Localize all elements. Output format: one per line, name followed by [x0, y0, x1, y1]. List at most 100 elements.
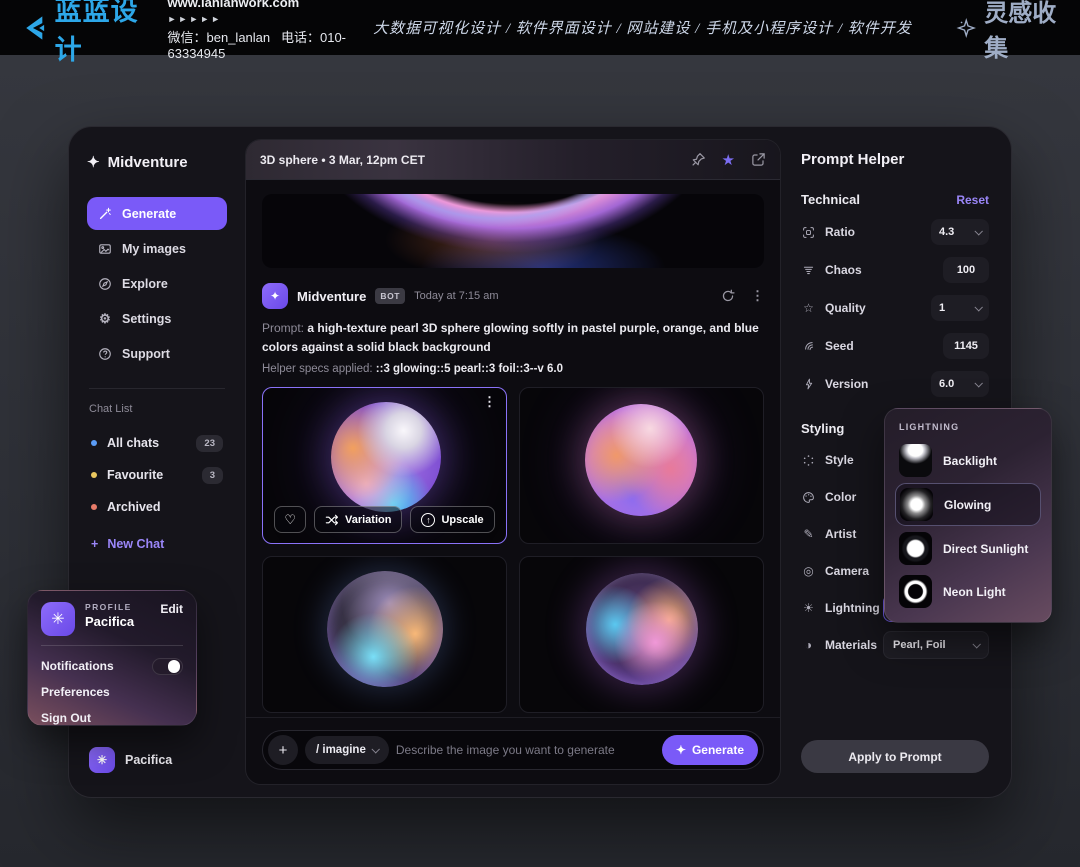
apply-to-prompt-button[interactable]: Apply to Prompt	[801, 740, 989, 773]
chevron-down-icon	[371, 745, 379, 753]
palette-icon	[801, 491, 816, 504]
helper-specs: Helper specs applied: ::3 glowing::5 pea…	[246, 363, 780, 375]
blue-dot-icon	[91, 440, 97, 446]
regenerate-icon[interactable]	[721, 289, 735, 303]
generate-button[interactable]: ✦ Generate	[662, 735, 758, 765]
prompt-value: a high-texture pearl 3D sphere glowing s…	[262, 321, 759, 354]
ratio-dropdown[interactable]: 4.3	[931, 219, 989, 245]
yellow-dot-icon	[91, 472, 97, 478]
collect-link[interactable]: 灵感收集	[956, 0, 1060, 63]
sparkle-logo-icon: ✦	[87, 153, 100, 171]
nav-item-explore[interactable]: Explore	[87, 267, 227, 300]
main-nav: Generate My images Explore ⚙ Setting	[87, 197, 227, 370]
image-icon	[97, 242, 113, 256]
lightning-option-glowing[interactable]: Glowing	[895, 483, 1041, 526]
materials-select[interactable]: Pearl, Foil	[883, 631, 989, 659]
style-dots-icon	[801, 454, 816, 467]
bot-avatar: ✦	[262, 283, 288, 309]
app-name: Midventure	[108, 154, 188, 171]
nav-item-settings[interactable]: ⚙ Settings	[87, 302, 227, 335]
nav-item-generate[interactable]: Generate	[87, 197, 227, 230]
tile-menu-icon[interactable]: ⋮	[483, 394, 496, 410]
divider	[41, 645, 183, 646]
favorite-star-icon[interactable]: ★	[722, 151, 735, 169]
edit-profile-button[interactable]: Edit	[160, 602, 183, 616]
share-icon[interactable]	[751, 152, 766, 167]
pin-icon[interactable]	[691, 152, 706, 167]
app-window: ✦ Midventure Generate My images	[68, 126, 1012, 798]
upscale-button[interactable]: ↑ Upscale	[410, 506, 494, 533]
toggle-knob	[168, 660, 181, 673]
arrow-up-icon: ↑	[421, 513, 435, 527]
backlight-thumbnail	[899, 444, 932, 477]
camera-lens-icon: ◎	[801, 564, 816, 578]
variation-button[interactable]: Variation	[314, 506, 402, 533]
image-tile-1[interactable]: ⋮ ♡ Variation ↑ Upscale	[262, 387, 507, 544]
app-logo: ✦ Midventure	[87, 153, 227, 171]
gear-icon: ⚙	[97, 311, 113, 327]
panel-title: Prompt Helper	[801, 151, 989, 168]
nav-item-my-images[interactable]: My images	[87, 232, 227, 265]
attach-button[interactable]: +	[268, 735, 298, 765]
seed-icon	[801, 340, 816, 353]
chaos-input[interactable]: 100	[943, 257, 989, 283]
chevron-down-icon	[974, 379, 982, 387]
chaos-row: Chaos 100	[801, 257, 989, 283]
materials-row: ◑ Materials Pearl, Foil	[801, 632, 989, 658]
lightning-option-backlight[interactable]: Backlight	[895, 440, 1041, 481]
sphere-image	[585, 404, 697, 516]
like-button[interactable]: ♡	[274, 506, 306, 533]
lightning-bolt-icon	[801, 378, 816, 390]
chat-filter-all[interactable]: All chats 23	[87, 427, 227, 459]
prompt-input[interactable]	[396, 743, 655, 757]
avatar: ✳	[89, 747, 115, 773]
version-row: Version 6.0	[801, 371, 989, 397]
brand-name: 蓝蓝设计	[55, 0, 144, 67]
bot-name: Midventure	[297, 289, 366, 304]
quality-dropdown[interactable]: 1	[931, 295, 989, 321]
question-circle-icon	[97, 347, 113, 361]
chat-filter-archived[interactable]: Archived	[87, 491, 227, 523]
image-tile-2[interactable]	[519, 387, 764, 544]
image-tile-3[interactable]	[262, 556, 507, 713]
chat-topbar: 3D sphere • 3 Mar, 12pm CET ★	[246, 140, 780, 180]
version-dropdown[interactable]: 6.0	[931, 371, 989, 397]
signout-item[interactable]: Sign Out	[41, 707, 183, 729]
sphere-image	[586, 573, 698, 685]
quality-row: ☆ Quality 1	[801, 295, 989, 321]
image-tile-4[interactable]	[519, 556, 764, 713]
profile-label: PROFILE	[85, 602, 134, 612]
lightning-option-neon-light[interactable]: Neon Light	[895, 571, 1041, 612]
materials-icon: ◑	[801, 638, 816, 652]
generated-image-preview[interactable]	[262, 194, 764, 268]
notifications-toggle[interactable]	[152, 658, 183, 675]
sidebar-user[interactable]: ✳ Pacifica	[89, 747, 172, 773]
chat-filter-favourite[interactable]: Favourite 3	[87, 459, 227, 491]
ratio-row: Ratio 4.3	[801, 219, 989, 245]
lightning-option-direct-sunlight[interactable]: Direct Sunlight	[895, 528, 1041, 569]
lightning-popup: LIGHTNING Backlight Glowing Direct Sunli…	[884, 408, 1052, 623]
aspect-ratio-icon	[801, 226, 816, 239]
seed-input[interactable]: 1145	[943, 333, 989, 359]
message-menu-icon[interactable]: ⋮	[751, 288, 764, 304]
nav-item-support[interactable]: Support	[87, 337, 227, 370]
prompt-label: Prompt:	[262, 321, 304, 335]
chevron-down-icon	[974, 303, 982, 311]
brand-logo-icon	[20, 10, 49, 46]
bot-badge: BOT	[375, 288, 405, 304]
shuffle-icon	[325, 513, 339, 527]
reset-button[interactable]: Reset	[956, 193, 989, 207]
sparkle-icon: ✦	[676, 743, 686, 757]
image-grid: ⋮ ♡ Variation ↑ Upscale	[246, 375, 780, 713]
magic-wand-icon	[97, 207, 113, 221]
arrows-decoration: ►►►►►	[168, 14, 223, 24]
new-chat-button[interactable]: + New Chat	[87, 529, 227, 559]
sun-icon: ☀	[801, 601, 816, 615]
imagine-command-dropdown[interactable]: / imagine	[305, 736, 389, 764]
inspiration-star-icon	[956, 15, 977, 41]
neon-light-thumbnail	[899, 575, 932, 608]
sphere-image	[327, 571, 443, 687]
sphere-image	[331, 402, 441, 512]
site-url: www.lanlanwork.com	[168, 0, 300, 10]
preferences-item[interactable]: Preferences	[41, 681, 183, 703]
